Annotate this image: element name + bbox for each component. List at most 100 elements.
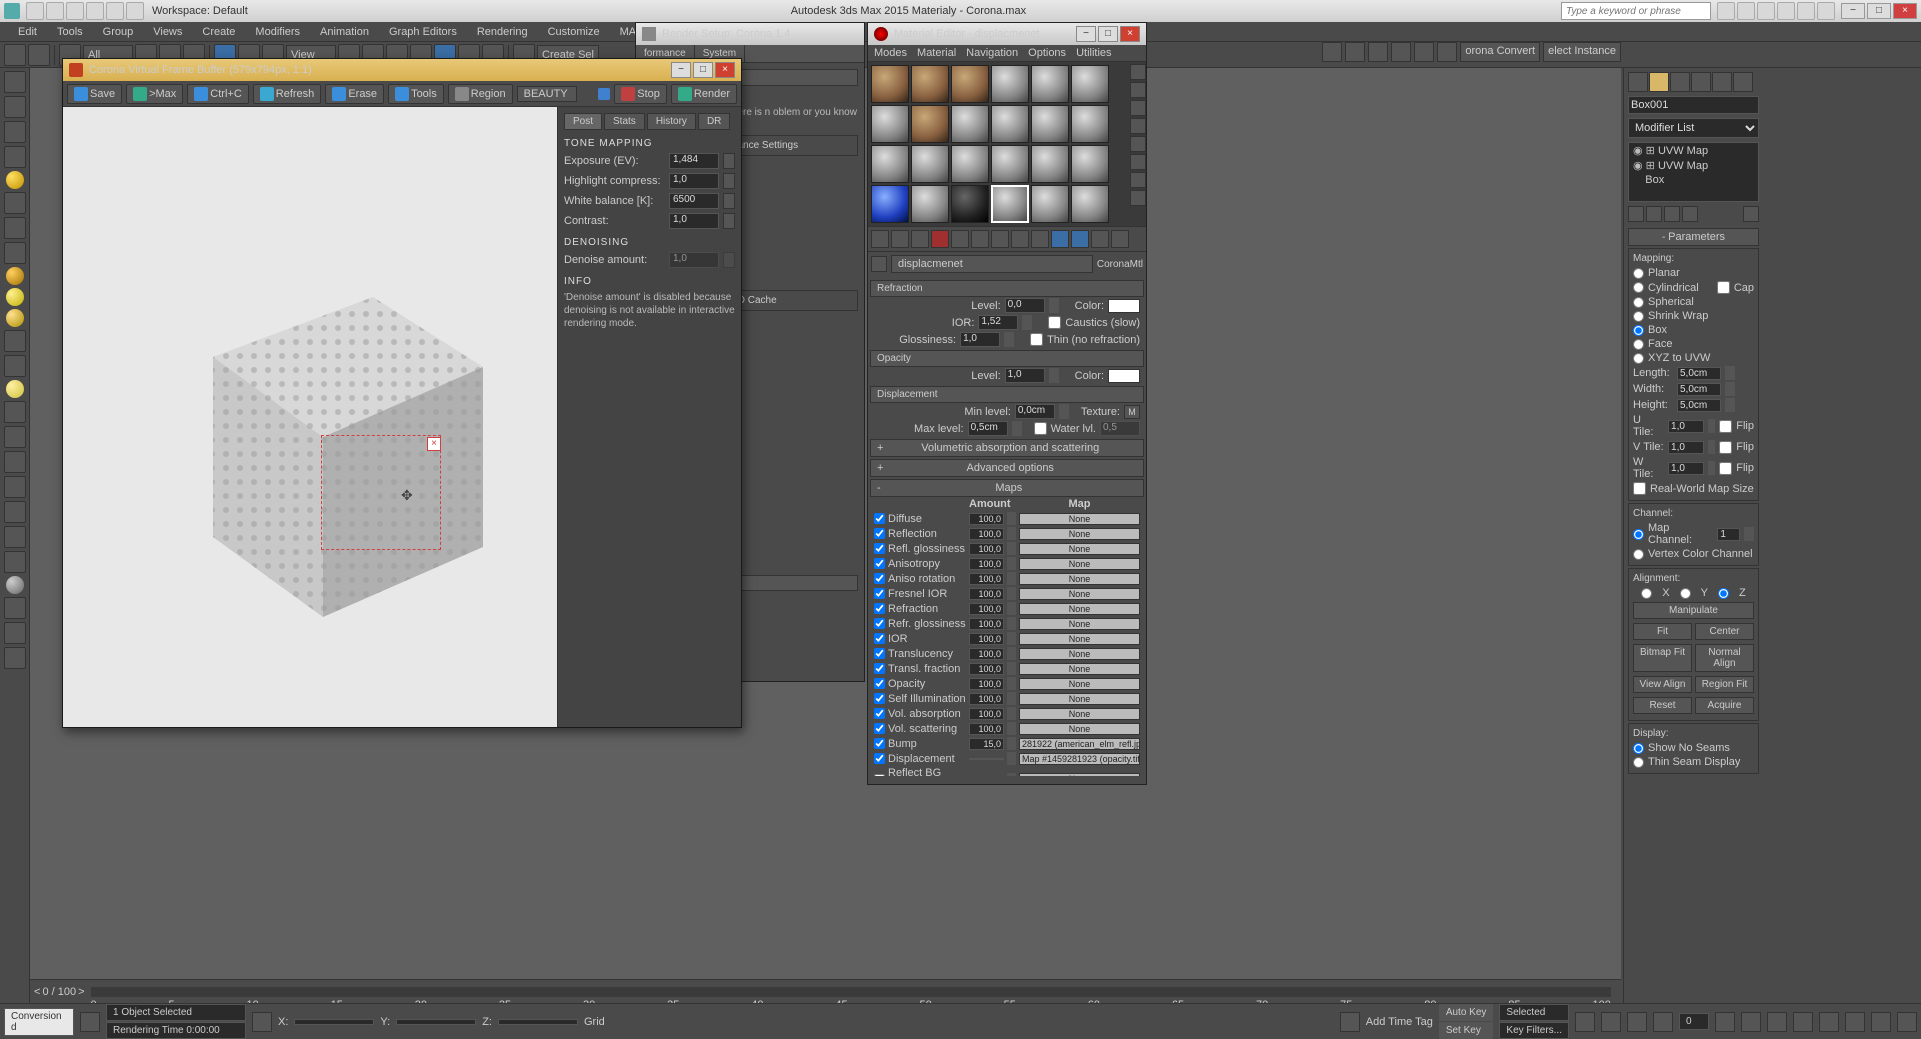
map-enable-check[interactable] — [874, 543, 885, 554]
disp-min[interactable]: 0,0cm — [1015, 404, 1055, 419]
stack-item[interactable]: ◉ ⊞ UVW Map — [1629, 143, 1758, 158]
z-radio[interactable] — [1718, 588, 1729, 599]
sphere-icon[interactable] — [6, 267, 24, 285]
height-input[interactable]: 5,0cm — [1677, 399, 1721, 412]
thin-check[interactable] — [1030, 333, 1043, 346]
left-tool[interactable] — [4, 96, 26, 118]
spinner[interactable] — [1007, 557, 1016, 570]
wb-input[interactable]: 6500 — [669, 193, 719, 209]
slot-tool[interactable] — [1130, 136, 1146, 152]
left-tool[interactable] — [4, 401, 26, 423]
minimize-button[interactable]: − — [671, 62, 691, 78]
titlebar-icon[interactable] — [1777, 2, 1795, 20]
slot-tool[interactable] — [1130, 118, 1146, 134]
material-slot-selected[interactable] — [991, 185, 1029, 223]
map-enable-check[interactable] — [874, 648, 885, 659]
disp-max[interactable]: 0,5cm — [968, 421, 1008, 436]
menu-modes[interactable]: Modes — [874, 47, 907, 59]
menu-group[interactable]: Group — [93, 26, 144, 38]
tool-icon[interactable] — [1368, 42, 1388, 62]
spinner[interactable] — [1049, 368, 1059, 383]
map-amount[interactable]: 100,0 — [969, 708, 1004, 720]
left-tool[interactable] — [4, 192, 26, 214]
highlight-input[interactable]: 1,0 — [669, 173, 719, 189]
opacity-rollout[interactable]: Opacity — [870, 350, 1144, 367]
pick-icon[interactable] — [871, 256, 887, 272]
material-slot[interactable] — [951, 65, 989, 103]
wtile-input[interactable]: 1,0 — [1668, 462, 1703, 475]
spinner[interactable] — [1725, 366, 1735, 380]
map-slot-button[interactable]: None — [1019, 693, 1140, 705]
spinner[interactable] — [1007, 707, 1016, 720]
stack-tool[interactable] — [1646, 206, 1662, 222]
spinner[interactable] — [1007, 542, 1016, 555]
tab-post[interactable]: Post — [564, 113, 602, 130]
spinner[interactable] — [1007, 527, 1016, 540]
object-name-input[interactable] — [1628, 96, 1759, 114]
spinner-arrows[interactable] — [723, 213, 735, 229]
modifier-list[interactable]: Modifier List — [1628, 118, 1759, 138]
spinner[interactable] — [1007, 692, 1016, 705]
tool-icon[interactable] — [1322, 42, 1342, 62]
map-amount[interactable]: 100,0 — [969, 573, 1004, 585]
play-prev[interactable] — [1575, 1012, 1595, 1032]
spinner[interactable] — [1744, 527, 1754, 541]
sph-radio[interactable] — [1633, 297, 1644, 308]
titlebar-icon[interactable] — [1737, 2, 1755, 20]
autokey-button[interactable]: Auto Key — [1439, 1004, 1494, 1021]
ctrlc-button[interactable]: Ctrl+C — [187, 84, 248, 104]
slot-tool[interactable] — [1130, 154, 1146, 170]
medit-tool[interactable] — [1071, 230, 1089, 248]
map-slot-button[interactable]: None — [1019, 678, 1140, 690]
region-close-button[interactable]: × — [427, 437, 441, 451]
map-slot-button[interactable]: None — [1019, 573, 1140, 585]
material-slot[interactable] — [911, 105, 949, 143]
hierarchy-tab[interactable] — [1670, 72, 1690, 92]
slot-tool[interactable] — [1130, 82, 1146, 98]
play-button[interactable] — [1601, 1012, 1621, 1032]
spinner[interactable] — [1007, 722, 1016, 735]
slot-tool[interactable] — [1130, 172, 1146, 188]
motion-tab[interactable] — [1691, 72, 1711, 92]
left-tool[interactable] — [4, 526, 26, 548]
create-tab[interactable] — [1628, 72, 1648, 92]
center-button[interactable]: Center — [1695, 623, 1754, 640]
nav-button[interactable] — [1845, 1012, 1865, 1032]
spinner-arrows[interactable] — [723, 193, 735, 209]
left-tool[interactable] — [4, 146, 26, 168]
map-enable-check[interactable] — [874, 573, 885, 584]
qat-button[interactable] — [46, 2, 64, 20]
left-tool[interactable] — [4, 551, 26, 573]
medit-tool[interactable] — [911, 230, 929, 248]
gloss-input[interactable]: 1,0 — [960, 332, 1000, 347]
tab-stats[interactable]: Stats — [604, 113, 645, 130]
map-slot-button[interactable]: None — [1019, 543, 1140, 555]
noseams-radio[interactable] — [1633, 743, 1644, 754]
spinner[interactable] — [1725, 382, 1735, 396]
material-slot[interactable] — [871, 105, 909, 143]
nav-button[interactable] — [1715, 1012, 1735, 1032]
viewalign-button[interactable]: View Align — [1633, 676, 1692, 693]
spinner[interactable] — [1007, 617, 1016, 630]
material-slot[interactable] — [1071, 65, 1109, 103]
tool-icon[interactable] — [1437, 42, 1457, 62]
left-tool[interactable] — [4, 242, 26, 264]
medit-tool[interactable] — [951, 230, 969, 248]
titlebar-icon[interactable] — [1797, 2, 1815, 20]
menu-material[interactable]: Material — [917, 47, 956, 59]
spinner[interactable] — [1708, 461, 1716, 475]
map-amount[interactable]: 100,0 — [969, 663, 1004, 675]
map-slot-button[interactable]: None — [1019, 723, 1140, 735]
menu-modifiers[interactable]: Modifiers — [245, 26, 310, 38]
modifier-stack[interactable]: ◉ ⊞ UVW Map ◉ ⊞ UVW Map Box — [1628, 142, 1759, 202]
display-tab[interactable] — [1712, 72, 1732, 92]
parameters-rollout[interactable]: - Parameters — [1628, 228, 1759, 246]
slot-tool[interactable] — [1130, 100, 1146, 116]
nav-button[interactable] — [1767, 1012, 1787, 1032]
medit-show-in-vp[interactable] — [1051, 230, 1069, 248]
map-enable-check[interactable] — [874, 738, 885, 749]
stack-tool[interactable] — [1628, 206, 1644, 222]
left-tool[interactable] — [4, 647, 26, 669]
medit-tool[interactable] — [1011, 230, 1029, 248]
help-search-input[interactable] — [1561, 2, 1711, 20]
